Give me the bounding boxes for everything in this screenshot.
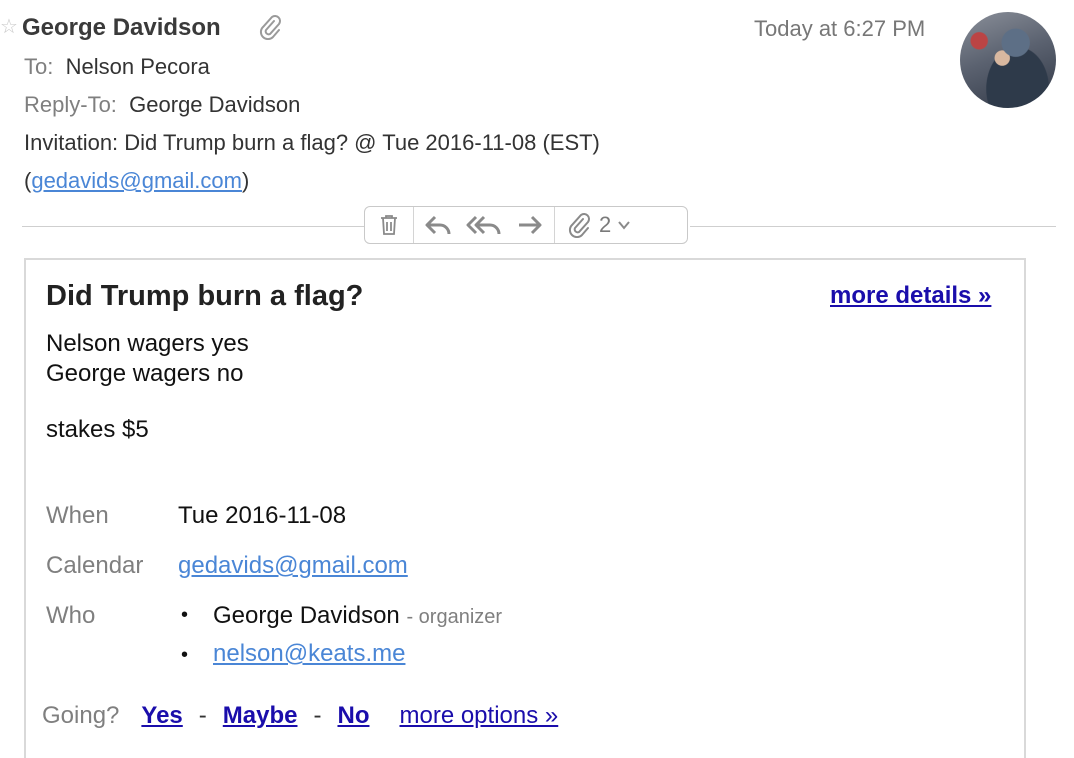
paperclip-icon xyxy=(258,14,282,41)
reply-to-value[interactable]: George Davidson xyxy=(129,92,300,117)
when-label: When xyxy=(46,502,109,529)
message-toolbar: 2 xyxy=(364,206,688,244)
reply-all-icon[interactable] xyxy=(466,211,502,239)
paren-close: ) xyxy=(241,168,250,193)
rsvp-row: Going? Yes - Maybe - No more options » xyxy=(42,702,558,730)
sender-email-link[interactable]: gedavids@gmail.com xyxy=(31,168,242,193)
guest-name: George Davidson xyxy=(213,602,400,629)
rsvp-maybe-button[interactable]: Maybe xyxy=(223,702,298,730)
reply-icon[interactable] xyxy=(424,211,452,239)
description-line: George wagers no xyxy=(46,360,244,387)
reply-to-row: Reply-To: George Davidson xyxy=(24,92,300,118)
more-options-link[interactable]: more options » xyxy=(399,702,558,730)
organizer-tag: - organizer xyxy=(406,606,503,628)
to-value[interactable]: Nelson Pecora xyxy=(66,54,210,79)
description-line: Nelson wagers yes xyxy=(46,330,249,357)
when-value: Tue 2016-11-08 xyxy=(178,502,347,529)
to-label: To: xyxy=(24,54,54,79)
calendar-link[interactable]: gedavids@gmail.com xyxy=(178,552,408,580)
description-line: stakes $5 xyxy=(46,416,149,443)
to-row: To: Nelson Pecora xyxy=(24,54,210,80)
paperclip-icon xyxy=(565,211,593,239)
toolbar-group-reply xyxy=(414,207,555,243)
separator: - xyxy=(198,702,207,729)
divider xyxy=(690,226,1056,227)
received-time: Today at 6:27 PM xyxy=(754,16,926,41)
attachment-count: 2 xyxy=(599,212,612,237)
attachments-menu[interactable]: 2 xyxy=(555,207,641,243)
email-subject: Invitation: Did Trump burn a flag? @ Tue… xyxy=(24,130,600,155)
toolbar-group-delete xyxy=(365,207,414,243)
rsvp-yes-button[interactable]: Yes xyxy=(141,702,182,730)
rsvp-no-button[interactable]: No xyxy=(337,702,369,730)
divider xyxy=(22,226,364,227)
chevron-down-icon xyxy=(617,218,631,232)
separator: - xyxy=(313,702,322,729)
bullet: • xyxy=(181,644,189,666)
bullet: • xyxy=(181,604,189,626)
event-title: Did Trump burn a flag? xyxy=(46,280,364,312)
more-details-link[interactable]: more details » xyxy=(830,282,991,310)
star-icon[interactable]: ☆ xyxy=(0,14,18,39)
sender-name: George Davidson xyxy=(22,14,221,41)
guest-email-link[interactable]: nelson@keats.me xyxy=(213,640,405,668)
trash-icon[interactable] xyxy=(375,211,403,239)
sender-email-row: (gedavids@gmail.com) xyxy=(24,168,249,194)
avatar xyxy=(960,12,1056,108)
who-label: Who xyxy=(46,602,96,629)
going-label: Going? xyxy=(42,702,120,729)
guest-organizer: George Davidson - organizer xyxy=(213,602,502,630)
reply-to-label: Reply-To: xyxy=(24,92,117,117)
calendar-label: Calendar xyxy=(46,552,144,579)
forward-icon[interactable] xyxy=(516,211,544,239)
